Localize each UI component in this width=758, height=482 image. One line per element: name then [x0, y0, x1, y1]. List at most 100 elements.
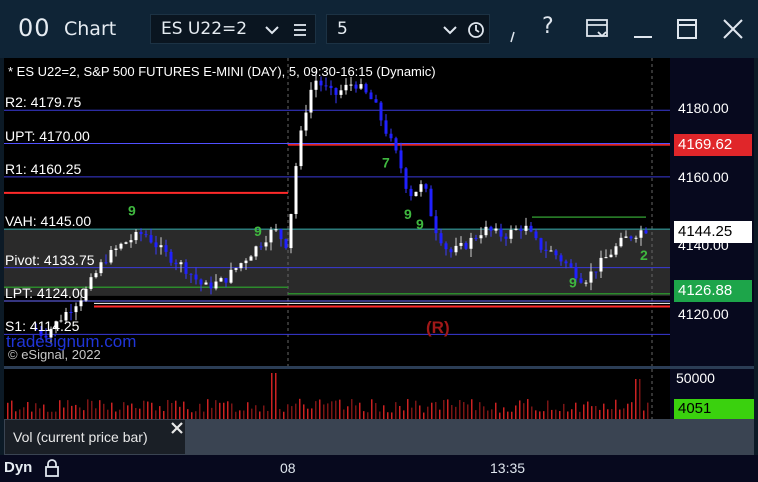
- volume-axis[interactable]: 50000 4051: [670, 369, 754, 419]
- time-axis[interactable]: Dyn 08 13:35: [0, 455, 758, 482]
- candle-body: [329, 85, 333, 89]
- volume-bar: [563, 403, 565, 419]
- candle-body: [529, 225, 533, 232]
- candle-body: [179, 262, 183, 265]
- close-icon[interactable]: [171, 422, 183, 434]
- candle-body: [189, 273, 193, 275]
- price-badge-upt: 4169.62: [674, 133, 752, 156]
- volume-bar: [231, 403, 233, 419]
- volume-bar: [435, 402, 437, 419]
- volume-bar: [583, 404, 585, 419]
- volume-bar: [287, 404, 289, 419]
- time-label: 13:35: [490, 460, 526, 476]
- candle-body: [274, 229, 278, 231]
- candle-body: [429, 188, 433, 217]
- volume-bar: [311, 408, 313, 419]
- volume-bar: [623, 408, 625, 419]
- list-icon[interactable]: [293, 23, 307, 37]
- candle-body: [589, 271, 593, 283]
- volume-bar: [195, 411, 197, 419]
- volume-bar: [319, 399, 321, 419]
- clock-icon[interactable]: [467, 21, 485, 39]
- volume-panel-label[interactable]: Vol (current price bar): [4, 419, 186, 455]
- volume-bar: [579, 411, 581, 419]
- volume-bar: [351, 399, 353, 419]
- candle-body: [424, 184, 428, 189]
- candle-body: [194, 274, 198, 280]
- candle-body: [304, 112, 308, 131]
- volume-bar: [115, 411, 117, 419]
- candle-body: [269, 229, 273, 243]
- volume-bar: [167, 399, 169, 419]
- volume-bar: [95, 408, 97, 419]
- volume-chart[interactable]: [4, 369, 670, 419]
- symbol-input[interactable]: ES U22=2: [150, 14, 316, 44]
- volume-bar: [11, 400, 13, 419]
- candle-body: [399, 150, 403, 169]
- volume-bar: [619, 409, 621, 419]
- candle-body: [109, 249, 113, 263]
- volume-bar: [343, 409, 345, 419]
- candle-body: [209, 282, 213, 289]
- volume-bar: [567, 411, 569, 419]
- chevron-down-icon[interactable]: [443, 25, 457, 35]
- candle-body: [104, 262, 108, 264]
- volume-bar: [331, 401, 333, 419]
- chevron-down-icon[interactable]: [265, 25, 279, 35]
- volume-bar: [415, 400, 417, 419]
- window-menu-icon[interactable]: [586, 18, 610, 40]
- close-icon[interactable]: [722, 18, 744, 40]
- volume-bar: [163, 410, 165, 419]
- volume-bar: [239, 410, 241, 419]
- lock-icon[interactable]: [44, 459, 60, 477]
- volume-bar: [143, 400, 145, 419]
- help-icon[interactable]: ?: [542, 14, 554, 39]
- candle-body: [569, 263, 573, 267]
- price-axis[interactable]: 4180.00 4160.00 4140.00 4120.00 4169.62 414…: [670, 58, 754, 366]
- volume-bar: [243, 410, 245, 419]
- volume-bar: [211, 407, 213, 419]
- volume-bar: [427, 406, 429, 419]
- volume-bar: [251, 408, 253, 419]
- volume-bar: [179, 406, 181, 419]
- volume-chart-canvas[interactable]: [4, 369, 670, 419]
- candle-body: [374, 99, 378, 103]
- price-chart[interactable]: 9979929 * ES U22=2, S&P 500 FUTURES E-MI…: [4, 58, 670, 366]
- volume-bar: [487, 410, 489, 419]
- volume-bar: [23, 407, 25, 419]
- volume-bar: [639, 379, 641, 419]
- interval-input[interactable]: 5: [326, 14, 490, 44]
- pivot-level-label: UPT: 4170.00: [5, 127, 90, 144]
- volume-bar: [527, 399, 529, 419]
- volume-bar: [431, 402, 433, 419]
- volume-bar: [551, 409, 553, 419]
- symbol-value: ES U22=2: [161, 19, 248, 39]
- candle-body: [214, 281, 218, 289]
- price-badge-lpt: 4126.88: [674, 280, 752, 303]
- volume-bar: [35, 403, 37, 419]
- volume-bar: [471, 399, 473, 419]
- candle-body: [514, 228, 518, 230]
- volume-bar: [55, 411, 57, 419]
- price-chart-canvas[interactable]: 9979929: [4, 58, 670, 366]
- volume-bar: [611, 409, 613, 419]
- volume-bar: [183, 401, 185, 419]
- volume-bar: [131, 403, 133, 419]
- chart-header: * ES U22=2, S&P 500 FUTURES E-MINI (DAY)…: [8, 64, 436, 79]
- dynamic-mode-label[interactable]: Dyn: [4, 459, 32, 476]
- candle-body: [119, 243, 123, 249]
- link-indicator-icon[interactable]: [508, 30, 518, 44]
- candle-body: [419, 184, 423, 192]
- volume-bar: [467, 404, 469, 419]
- pivot-level-label: LPT: 4124.00: [5, 284, 88, 301]
- volume-bar: [379, 411, 381, 419]
- minimize-icon[interactable]: [632, 18, 654, 40]
- volume-bar: [543, 411, 545, 419]
- volume-bar: [263, 405, 265, 419]
- volume-bar: [339, 399, 341, 419]
- site-watermark: tradesignum.com: [6, 332, 137, 351]
- maximize-icon[interactable]: [676, 18, 698, 40]
- candle-body: [354, 84, 358, 89]
- volume-bar: [535, 410, 537, 419]
- candle-body: [564, 261, 568, 264]
